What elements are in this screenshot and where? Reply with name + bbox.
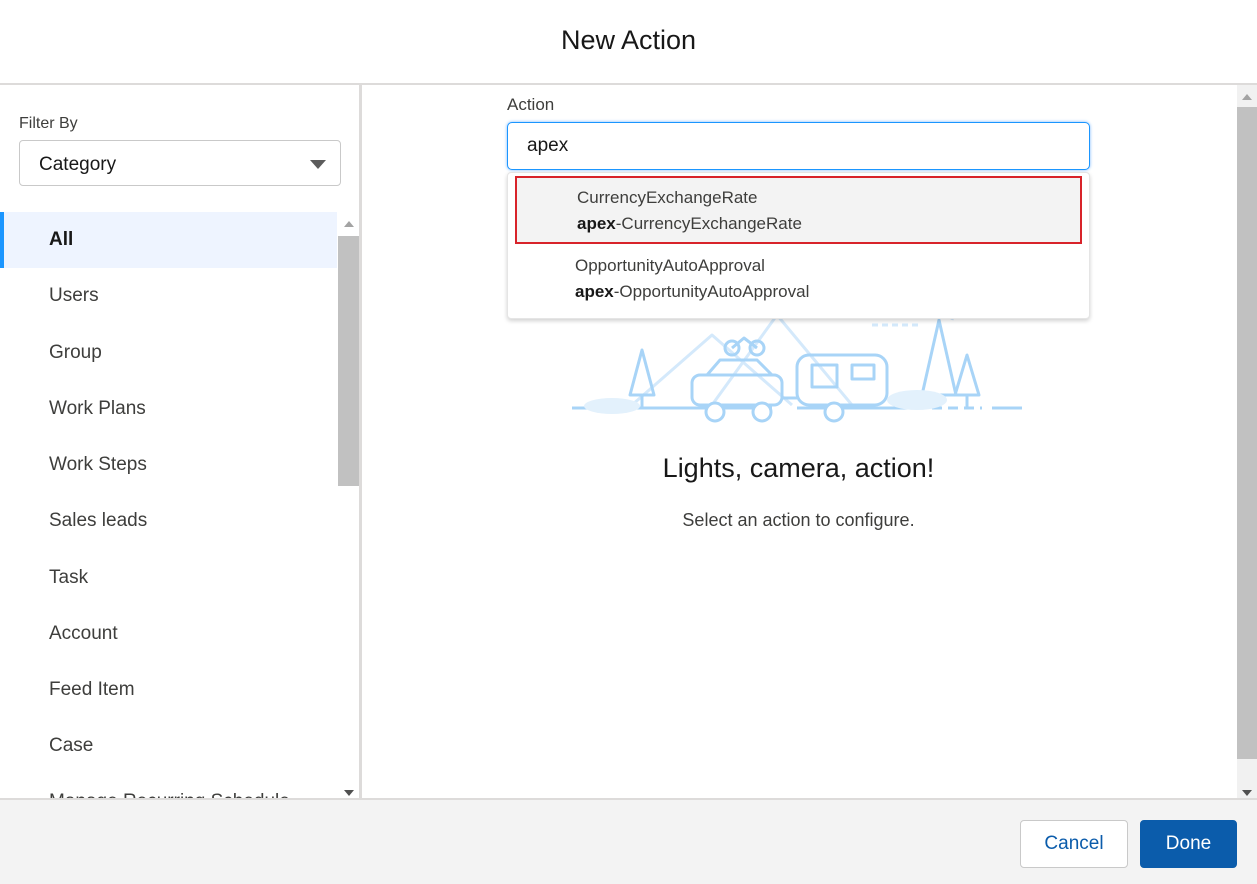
result-title: CurrencyExchangeRate — [577, 188, 758, 207]
category-item-task[interactable]: Task — [0, 550, 337, 606]
result-match-prefix: apex — [575, 282, 614, 301]
filter-category-select[interactable]: Category — [19, 140, 341, 186]
empty-state-subtitle: Select an action to configure. — [682, 510, 915, 530]
empty-state-title: Lights, camera, action! — [362, 453, 1235, 484]
scroll-up-icon[interactable] — [344, 221, 354, 227]
action-label: Action — [507, 95, 555, 114]
result-opportunity-auto-approval[interactable]: OpportunityAutoApproval apex-Opportunity… — [515, 245, 1082, 313]
main-scrollbar[interactable] — [1237, 85, 1257, 798]
cancel-button[interactable]: Cancel — [1020, 820, 1128, 868]
result-match-prefix: apex — [577, 214, 616, 233]
result-name-suffix: -OpportunityAutoApproval — [613, 282, 810, 301]
dialog-header: New Action — [0, 0, 1257, 85]
result-subtitle: apex-OpportunityAutoApproval — [575, 282, 809, 302]
action-search-input[interactable] — [507, 122, 1090, 170]
done-button[interactable]: Done — [1140, 820, 1237, 868]
filter-sidebar: Filter By Category All Users Group Work … — [0, 85, 362, 798]
category-list: All Users Group Work Plans Work Steps Sa… — [0, 212, 337, 798]
result-title: OpportunityAutoApproval — [575, 256, 765, 275]
sidebar-scrollbar[interactable] — [338, 212, 359, 798]
dropdown-arrow-icon — [310, 160, 326, 169]
category-item-account[interactable]: Account — [0, 606, 337, 662]
action-panel: Action CurrencyExchangeRate apex-Currenc… — [362, 85, 1237, 798]
category-item-manage-recurring-schedule[interactable]: Manage Recurring Schedule — [0, 774, 337, 798]
category-item-users[interactable]: Users — [0, 268, 337, 324]
category-item-all[interactable]: All — [0, 212, 337, 268]
scroll-down-icon[interactable] — [1242, 790, 1252, 796]
dialog-title: New Action — [560, 25, 697, 55]
category-item-feed-item[interactable]: Feed Item — [0, 662, 337, 718]
scroll-up-icon[interactable] — [1242, 94, 1252, 100]
category-item-case[interactable]: Case — [0, 718, 337, 774]
filter-selected-value: Category — [39, 154, 117, 175]
category-item-work-plans[interactable]: Work Plans — [0, 381, 337, 437]
dialog-footer: Cancel Done — [0, 798, 1257, 884]
filter-by-label: Filter By — [19, 115, 78, 132]
empty-state-title-text: Lights, camera, action! — [662, 453, 935, 483]
sidebar-scroll-thumb[interactable] — [338, 236, 359, 486]
category-item-group[interactable]: Group — [0, 325, 337, 381]
scroll-down-icon[interactable] — [344, 790, 354, 796]
result-subtitle: apex-CurrencyExchangeRate — [577, 214, 802, 234]
action-results-dropdown: CurrencyExchangeRate apex-CurrencyExchan… — [507, 172, 1090, 319]
category-item-work-steps[interactable]: Work Steps — [0, 437, 337, 493]
main-scroll-thumb[interactable] — [1237, 107, 1257, 759]
camping-illustration — [572, 310, 1022, 423]
category-item-sales-leads[interactable]: Sales leads — [0, 493, 337, 549]
result-name-suffix: -CurrencyExchangeRate — [615, 214, 802, 233]
result-currency-exchange-rate[interactable]: CurrencyExchangeRate apex-CurrencyExchan… — [515, 176, 1082, 244]
